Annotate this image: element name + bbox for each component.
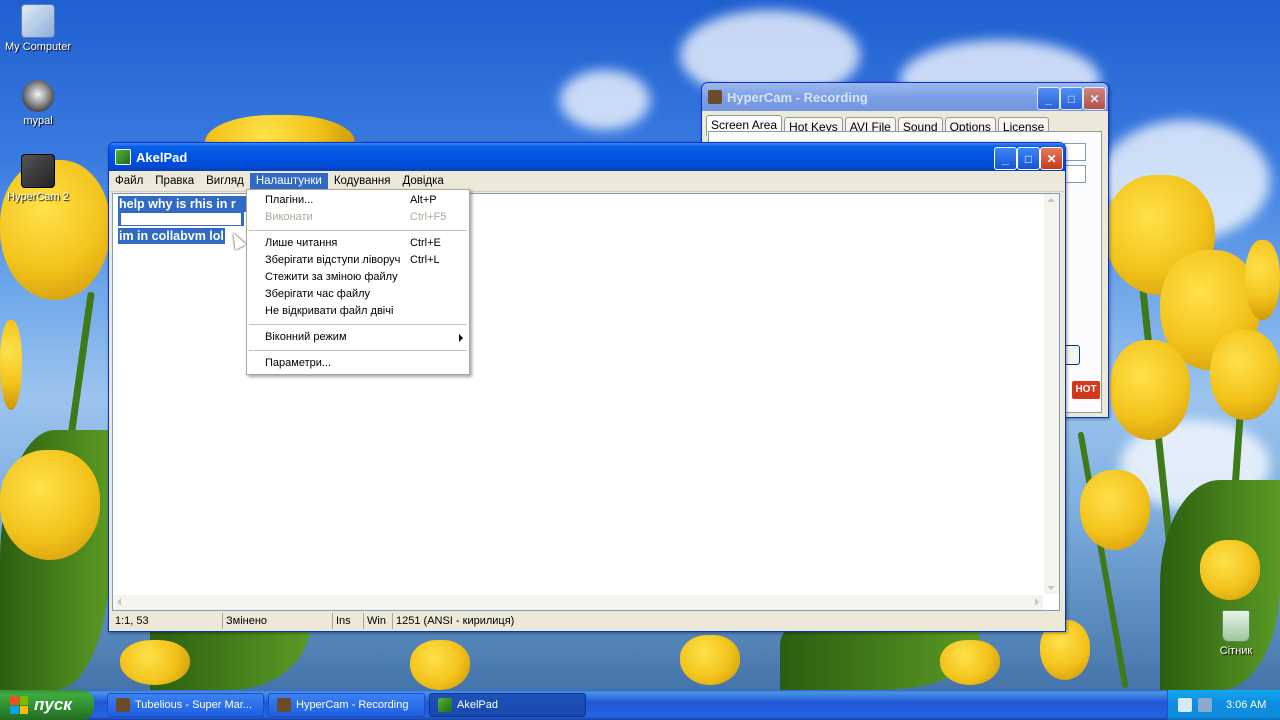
menu-item-label: Зберігати відступи ліворуч <box>265 254 401 266</box>
submenu-arrow-icon <box>459 334 463 342</box>
menu-item-shortcut: Ctrl+E <box>410 237 441 249</box>
desktop-icon-label: My Computer <box>4 41 72 53</box>
minimize-button[interactable]: _ <box>994 147 1017 170</box>
menu-item-shortcut: Ctrl+L <box>410 254 440 266</box>
minimize-button[interactable]: _ <box>1037 87 1060 110</box>
status-newline: Win <box>364 613 393 629</box>
editor-caret <box>121 213 241 225</box>
clock[interactable]: 3:06 AM <box>1226 699 1266 711</box>
close-button[interactable]: ✕ <box>1040 147 1063 170</box>
akelpad-icon <box>438 698 452 712</box>
window-title: HyperCam - Recording <box>727 89 868 105</box>
menu-item-window-mode[interactable]: Віконний режим <box>247 329 469 346</box>
window-title: AkelPad <box>136 149 188 165</box>
desktop-icon-mypal[interactable]: mypal <box>0 80 76 127</box>
hypercam-button[interactable] <box>1064 345 1080 365</box>
menu-item-options[interactable]: Параметри... <box>247 355 469 372</box>
mouse-cursor-icon <box>227 230 247 250</box>
recycle-bin-icon <box>1222 610 1250 642</box>
film-camera-icon <box>277 698 291 712</box>
desktop-icon-recycle-bin[interactable]: Сітник <box>1198 610 1274 657</box>
raccoon-icon <box>22 80 54 112</box>
start-label: пуск <box>34 695 72 714</box>
volume-icon[interactable] <box>1198 698 1212 712</box>
status-insert-mode: Ins <box>333 613 364 629</box>
scroll-down-icon[interactable] <box>1047 586 1055 590</box>
menu-item-run: Виконати Ctrl+F5 <box>247 209 469 226</box>
menu-item-label: Не відкривати файл двічі <box>265 305 394 317</box>
start-button[interactable]: пуск <box>0 690 94 720</box>
taskbar: пуск Tubelious - Super Mar... HyperCam -… <box>0 690 1280 720</box>
film-camera-icon <box>708 90 722 104</box>
hypercam-field[interactable] <box>1064 165 1086 183</box>
horizontal-scrollbar[interactable] <box>113 595 1043 610</box>
menu-item-label: Стежити за зміною файлу <box>265 271 398 283</box>
taskbar-item-akelpad[interactable]: AkelPad <box>429 693 586 717</box>
menu-item-shortcut: Alt+P <box>410 194 437 206</box>
scroll-right-icon[interactable] <box>1035 598 1039 606</box>
windows-logo-icon <box>10 696 28 714</box>
scroll-left-icon[interactable] <box>117 598 121 606</box>
menu-item-single-open[interactable]: Не відкривати файл двічі <box>247 303 469 320</box>
menu-item-plugins[interactable]: Плагіни... Alt+P <box>247 192 469 209</box>
menu-settings[interactable]: Налаштунки <box>249 173 328 189</box>
akelpad-icon <box>115 149 131 165</box>
menu-view[interactable]: Вигляд <box>200 173 250 189</box>
editor-line: im in collabvm lol <box>118 228 225 244</box>
menu-separator <box>249 350 467 351</box>
menu-help[interactable]: Довідка <box>396 173 449 189</box>
hot-badge[interactable]: HOT <box>1072 381 1100 399</box>
menu-separator <box>249 324 467 325</box>
menu-item-label: Лише читання <box>265 237 338 249</box>
network-icon[interactable] <box>1178 698 1192 712</box>
menu-item-label: Виконати <box>265 211 313 223</box>
taskbar-item-hypercam[interactable]: HyperCam - Recording <box>268 693 425 717</box>
status-modified: Змінено <box>223 613 333 629</box>
desktop-icon-label: HyperCam 2 <box>7 191 69 203</box>
taskbar-item-label: HyperCam - Recording <box>296 699 409 711</box>
menu-item-shortcut: Ctrl+F5 <box>410 211 447 223</box>
menu-file[interactable]: Файл <box>109 173 149 189</box>
menu-item-label: Плагіни... <box>265 194 314 206</box>
status-encoding: 1251 (ANSI - кирилиця) <box>396 615 515 627</box>
menu-item-watch-file[interactable]: Стежити за зміною файлу <box>247 269 469 286</box>
menu-edit[interactable]: Правка <box>149 173 200 189</box>
menu-item-keep-indent[interactable]: Зберігати відступи ліворуч Ctrl+L <box>247 252 469 269</box>
menu-separator <box>249 230 467 231</box>
menu-item-keep-file-time[interactable]: Зберігати час файлу <box>247 286 469 303</box>
settings-dropdown: Плагіни... Alt+P Виконати Ctrl+F5 Лише ч… <box>246 189 470 375</box>
menu-item-label: Віконний режим <box>265 331 347 343</box>
maximize-button[interactable]: □ <box>1017 147 1040 170</box>
menu-item-read-only[interactable]: Лише читання Ctrl+E <box>247 235 469 252</box>
vertical-scrollbar[interactable] <box>1044 194 1059 594</box>
menu-item-label: Параметри... <box>265 357 332 369</box>
film-camera-icon <box>116 698 130 712</box>
menu-item-label: Зберігати час файлу <box>265 288 371 300</box>
hypercam-titlebar[interactable]: HyperCam - Recording _ □ ✕ <box>702 83 1108 111</box>
maximize-button[interactable]: □ <box>1060 87 1083 110</box>
status-bar: 1:1, 53 Змінено Ins Win 1251 (ANSI - кир… <box>112 612 1060 630</box>
desktop-icon-label: mypal <box>23 115 53 127</box>
computer-icon <box>21 4 55 38</box>
desktop-icon-label: Сітник <box>1219 645 1253 657</box>
taskbar-item-tubelious[interactable]: Tubelious - Super Mar... <box>107 693 264 717</box>
status-position: 1:1, 53 <box>112 613 223 629</box>
film-camera-icon <box>21 154 55 188</box>
taskbar-item-label: AkelPad <box>457 699 498 711</box>
akelpad-titlebar[interactable]: AkelPad _ □ ✕ <box>109 143 1065 171</box>
desktop-icon-hypercam[interactable]: HyperCam 2 <box>0 154 76 203</box>
taskbar-item-label: Tubelious - Super Mar... <box>135 699 252 711</box>
hypercam-field[interactable] <box>1064 143 1086 161</box>
desktop-icon-my-computer[interactable]: My Computer <box>0 4 76 53</box>
scroll-up-icon[interactable] <box>1047 198 1055 202</box>
system-tray: 3:06 AM <box>1167 690 1280 720</box>
menu-encoding[interactable]: Кодування <box>328 173 397 189</box>
close-button[interactable]: ✕ <box>1083 87 1106 110</box>
editor-line: help why is rhis in r <box>118 196 246 212</box>
